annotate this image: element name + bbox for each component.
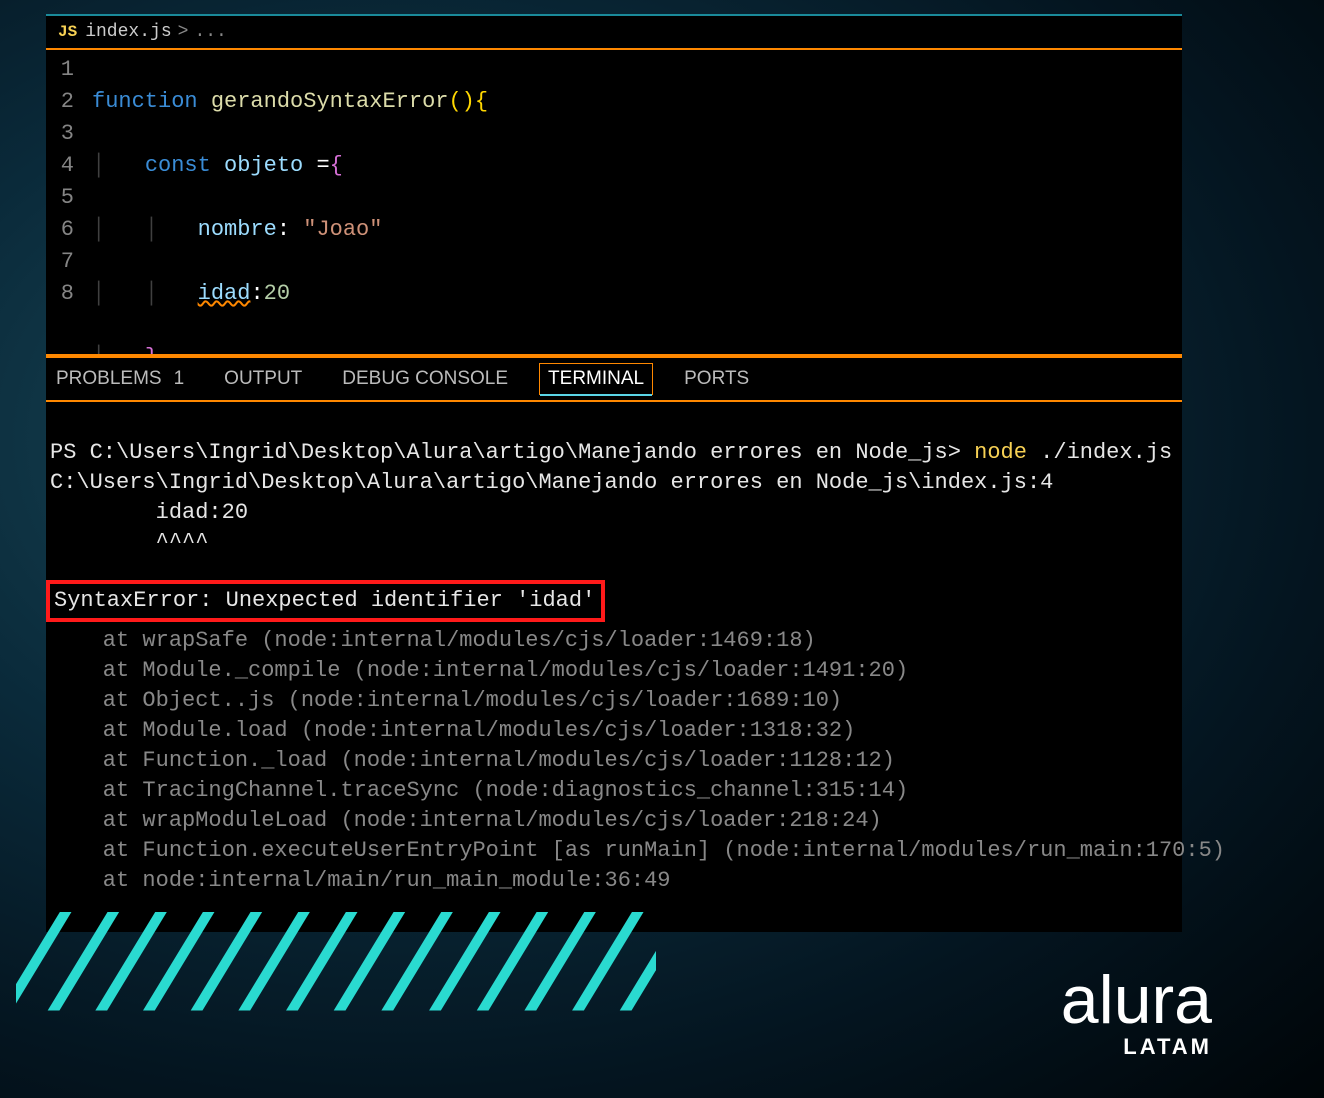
stack-line: at Module.load (node:internal/modules/cj… bbox=[50, 718, 855, 743]
tab-debug-console[interactable]: DEBUG CONSOLE bbox=[342, 368, 508, 390]
line-number: 2 bbox=[46, 86, 74, 118]
syntax-error-highlight: SyntaxError: Unexpected identifier 'idad… bbox=[46, 580, 605, 622]
terminal-line: idad:20 bbox=[50, 500, 248, 525]
panel-tabs: PROBLEMS 1 OUTPUT DEBUG CONSOLE TERMINAL… bbox=[46, 358, 1182, 402]
terminal-line: ^^^^ bbox=[50, 530, 208, 555]
stack-line: at TracingChannel.traceSync (node:diagno… bbox=[50, 778, 908, 803]
line-number: 3 bbox=[46, 118, 74, 150]
terminal-line: C:\Users\Ingrid\Desktop\Alura\artigo\Man… bbox=[50, 470, 1053, 495]
logo-main-text: alura bbox=[1061, 970, 1212, 1030]
stack-line: at node:internal/main/run_main_module:36… bbox=[50, 868, 671, 893]
stack-line: at Function.executeUserEntryPoint [as ru… bbox=[50, 838, 1225, 863]
terminal-line: PS C:\Users\Ingrid\Desktop\Alura\artigo\… bbox=[50, 440, 1172, 465]
tab-label: PROBLEMS bbox=[56, 368, 162, 390]
line-number: 1 bbox=[46, 54, 74, 86]
tab-problems[interactable]: PROBLEMS 1 bbox=[56, 368, 184, 390]
tab-label: TERMINAL bbox=[548, 368, 644, 390]
terminal-output[interactable]: PS C:\Users\Ingrid\Desktop\Alura\artigo\… bbox=[46, 402, 1182, 932]
line-number: 5 bbox=[46, 182, 74, 214]
line-number: 6 bbox=[46, 214, 74, 246]
code-line: │ │ nombre: "Joao" bbox=[92, 214, 1182, 246]
breadcrumb-filename: index.js bbox=[85, 22, 171, 42]
breadcrumb-rest: ... bbox=[194, 22, 226, 42]
stack-line: at wrapSafe (node:internal/modules/cjs/l… bbox=[50, 628, 816, 653]
code-line: │ const objeto ={ bbox=[92, 150, 1182, 182]
code-line: function gerandoSyntaxError(){ bbox=[92, 86, 1182, 118]
stack-line: at Module._compile (node:internal/module… bbox=[50, 658, 908, 683]
tab-terminal[interactable]: TERMINAL bbox=[539, 363, 653, 395]
tab-output[interactable]: OUTPUT bbox=[224, 368, 302, 390]
alura-logo: alura LATAM bbox=[1061, 970, 1212, 1060]
breadcrumb[interactable]: JS index.js > ... bbox=[46, 16, 1182, 48]
hatch-decoration: ///////////////// bbox=[16, 912, 656, 1042]
code-line: │ │ idad:20 bbox=[92, 278, 1182, 310]
bottom-panel: PROBLEMS 1 OUTPUT DEBUG CONSOLE TERMINAL… bbox=[46, 354, 1182, 932]
tab-label: OUTPUT bbox=[224, 368, 302, 390]
stack-line: at Object..js (node:internal/modules/cjs… bbox=[50, 688, 842, 713]
stack-line: at wrapModuleLoad (node:internal/modules… bbox=[50, 808, 882, 833]
tab-label: DEBUG CONSOLE bbox=[342, 368, 508, 390]
tab-label: PORTS bbox=[684, 368, 749, 390]
stack-line: at Function._load (node:internal/modules… bbox=[50, 748, 895, 773]
line-number: 8 bbox=[46, 278, 74, 310]
line-number: 7 bbox=[46, 246, 74, 278]
problems-count: 1 bbox=[174, 368, 185, 390]
chevron-right-icon: > bbox=[178, 22, 189, 42]
tab-ports[interactable]: PORTS bbox=[684, 368, 749, 390]
line-number: 4 bbox=[46, 150, 74, 182]
js-file-icon: JS bbox=[56, 23, 79, 41]
